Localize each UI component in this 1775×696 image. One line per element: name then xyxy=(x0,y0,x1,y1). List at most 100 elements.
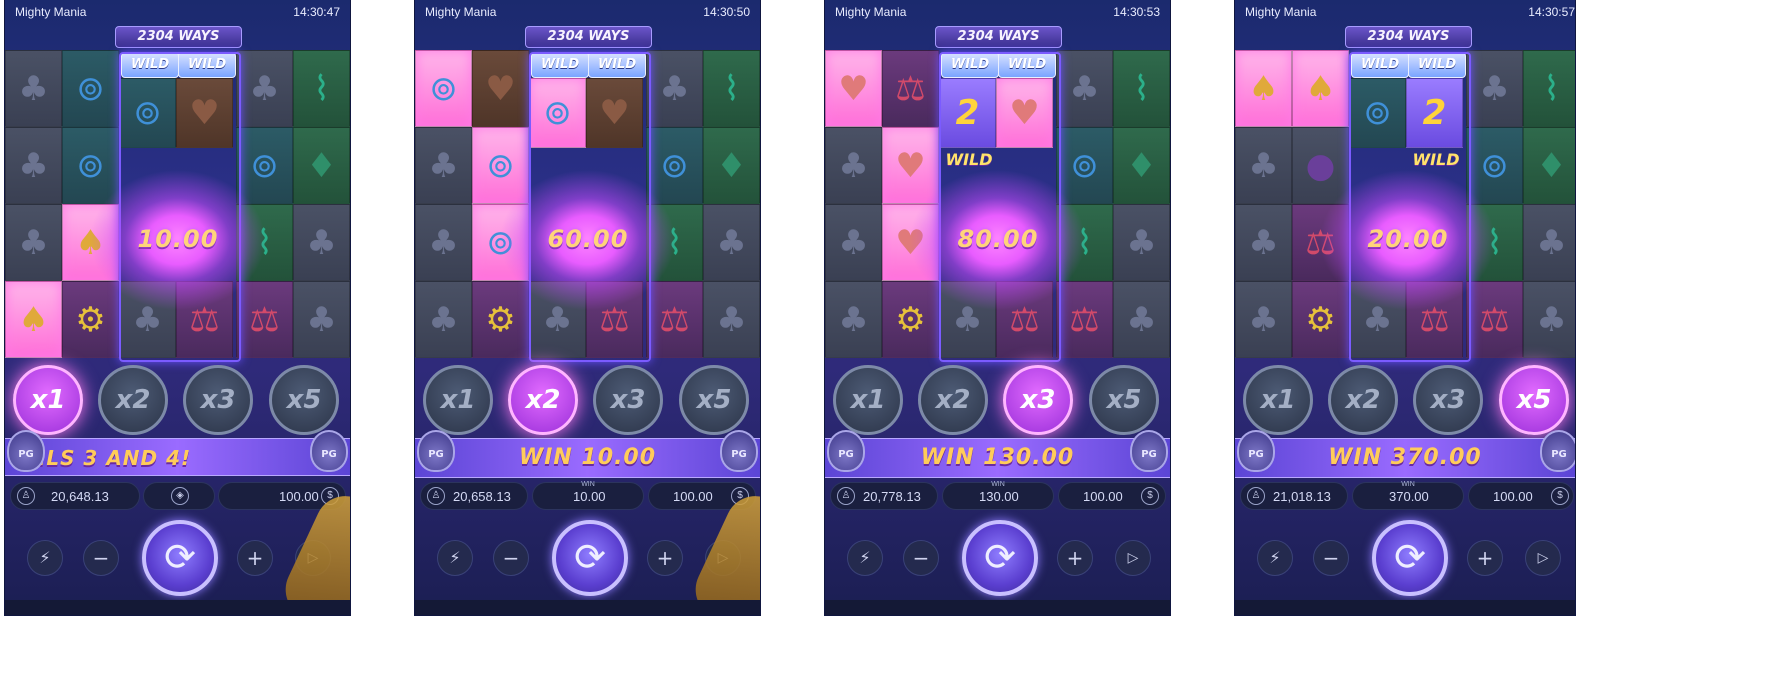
balance-value: 20,778.13 xyxy=(863,489,921,504)
decrease-bet-button[interactable]: − xyxy=(83,540,119,576)
diamond-icon: ♦ xyxy=(306,145,337,186)
autoplay-button[interactable]: ▷ xyxy=(1115,540,1151,576)
multiplier-x1: x1 xyxy=(423,365,493,435)
logo-text: PG xyxy=(1141,449,1157,460)
club-icon: ♣ xyxy=(838,222,869,263)
turbo-button[interactable]: ⚡ xyxy=(847,540,883,576)
spade-icon: ♠ xyxy=(1305,68,1336,109)
reel-cell: ⌇ xyxy=(293,50,350,127)
person-coin-icon: ♙ xyxy=(837,487,855,505)
jump-rope-icon: ⌇ xyxy=(1543,68,1560,109)
turbo-button[interactable]: ⚡ xyxy=(27,540,63,576)
multiplier-x5: x5 xyxy=(269,365,339,435)
balance-pill[interactable]: ♙ 20,648.13 xyxy=(10,482,140,510)
balance-pill[interactable]: ♙ 21,018.13 xyxy=(1240,482,1348,510)
reel-cell: ⚙ xyxy=(1292,281,1349,358)
club-icon: ♣ xyxy=(18,145,49,186)
balance-value: 21,018.13 xyxy=(1273,489,1331,504)
win-amount-popup: 10.00 xyxy=(137,225,219,253)
turbo-button[interactable]: ⚡ xyxy=(1257,540,1293,576)
logo-text: PG xyxy=(731,449,747,460)
status-bar: Mighty Mania 14:30:53 xyxy=(825,0,1170,22)
multiplier-x5: x5 xyxy=(679,365,749,435)
ab-wheel-icon: ⊚ xyxy=(660,145,689,186)
balance-pill[interactable]: ♙ 20,778.13 xyxy=(830,482,938,510)
autoplay-button[interactable]: ▷ xyxy=(1525,540,1561,576)
increase-bet-button[interactable]: + xyxy=(1467,540,1503,576)
reel-cell: ⊚ xyxy=(1466,127,1523,204)
kettlebell-logo-right: PG xyxy=(720,430,758,472)
club-icon: ♣ xyxy=(1248,222,1279,263)
decrease-bet-button[interactable]: − xyxy=(903,540,939,576)
multiplier-x2: x2 xyxy=(508,365,578,435)
dollar-coin-icon: $ xyxy=(1551,487,1569,505)
diamond-icon: ♦ xyxy=(1536,145,1567,186)
ways-label: 2304 WAYS xyxy=(115,26,242,48)
reel-cell: ♣ xyxy=(825,204,882,281)
status-bar: Mighty Mania 14:30:47 xyxy=(5,0,350,22)
club-icon: ♣ xyxy=(428,299,459,340)
reel-cell: ⊚ xyxy=(1056,127,1113,204)
reel-cell: ⚖ xyxy=(1466,281,1523,358)
increase-bet-button[interactable]: + xyxy=(1057,540,1093,576)
reel-cell: ♣ xyxy=(415,127,472,204)
spin-button[interactable]: ⟳ xyxy=(962,520,1038,596)
minus-icon: − xyxy=(912,546,930,570)
reel-cell: ♣ xyxy=(1235,281,1292,358)
reel-cell: ♣ xyxy=(1113,281,1170,358)
spade-icon: ♠ xyxy=(1248,68,1279,109)
club-icon: ♣ xyxy=(838,145,869,186)
reel-cell: ⚖ xyxy=(882,50,939,127)
exercise-bike-icon: ⚙ xyxy=(485,299,516,340)
bet-pill[interactable]: 100.00 $ xyxy=(1058,482,1166,510)
reel-cell: ⊚ xyxy=(236,127,293,204)
kettlebell-logo-right: PG xyxy=(1130,430,1168,472)
bet-value: 100.00 xyxy=(673,489,713,504)
win-amount-popup: 60.00 xyxy=(547,225,629,253)
bet-pill[interactable]: 100.00 $ xyxy=(1468,482,1574,510)
reel-cell: ♣ xyxy=(703,281,760,358)
controls: ⚡ − ⟳ + ▷ xyxy=(825,520,1170,600)
win-pill: ◈ xyxy=(143,482,215,510)
reel-cell: ♦ xyxy=(1113,127,1170,204)
app-title: Mighty Mania xyxy=(15,5,87,19)
multiplier-x5: x5 xyxy=(1089,365,1159,435)
app-title: Mighty Mania xyxy=(1245,5,1317,19)
reel-cell: ♣ xyxy=(1235,127,1292,204)
reel-cell: ♦ xyxy=(703,127,760,204)
autoplay-icon: ▷ xyxy=(1537,550,1549,566)
reel-cell: ♣ xyxy=(236,50,293,127)
minus-icon: − xyxy=(92,546,110,570)
logo-text: PG xyxy=(321,449,337,460)
exercise-bike-icon: ⚙ xyxy=(75,299,106,340)
plus-icon: + xyxy=(1066,546,1084,570)
game-panel-3: Mighty Mania 14:30:53 2304 WAYS ♥ ♣ ♣ ♣ … xyxy=(825,0,1170,615)
decrease-bet-button[interactable]: − xyxy=(493,540,529,576)
reel-cell: ♣ xyxy=(825,127,882,204)
game-panel-4: Mighty Mania 14:30:57 2304 WAYS ♠ ♣ ♣ ♣ … xyxy=(1235,0,1575,615)
reel-cell: ⊚ xyxy=(646,127,703,204)
kettlebell-logo-left: PG xyxy=(1237,430,1275,472)
turbo-button[interactable]: ⚡ xyxy=(437,540,473,576)
win-label: WIN xyxy=(1401,481,1415,488)
kettlebell-logo-right: PG xyxy=(310,430,348,472)
status-bar: Mighty Mania 14:30:50 xyxy=(415,0,760,22)
reel-cell: ⌇ xyxy=(1113,50,1170,127)
clock: 14:30:57 xyxy=(1528,5,1575,19)
increase-bet-button[interactable]: + xyxy=(647,540,683,576)
multiplier-x3: x3 xyxy=(1413,365,1483,435)
win-banner: WIN 130.00 xyxy=(825,438,1170,478)
club-icon: ♣ xyxy=(1248,145,1279,186)
club-icon: ♣ xyxy=(18,68,49,109)
spin-button[interactable]: ⟳ xyxy=(1372,520,1448,596)
balance-pill[interactable]: ♙ 20,658.13 xyxy=(420,482,528,510)
kettlebell-logo-right: PG xyxy=(1540,430,1575,472)
club-icon: ♣ xyxy=(1126,299,1157,340)
spin-button[interactable]: ⟳ xyxy=(552,520,628,596)
reel-cell: ⚖ xyxy=(236,281,293,358)
plus-icon: + xyxy=(1476,546,1494,570)
spin-arrows-icon: ⟳ xyxy=(984,535,1016,579)
spin-button[interactable]: ⟳ xyxy=(142,520,218,596)
increase-bet-button[interactable]: + xyxy=(237,540,273,576)
decrease-bet-button[interactable]: − xyxy=(1313,540,1349,576)
